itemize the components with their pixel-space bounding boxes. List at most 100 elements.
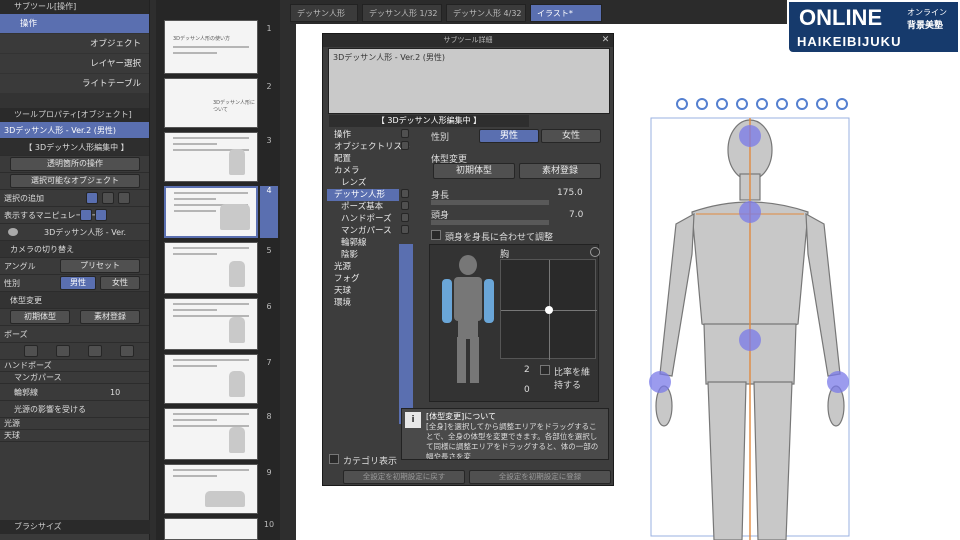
tab-illustration[interactable]: イラスト* — [530, 4, 602, 22]
subtool-panel-header: サブツール[操作] — [0, 0, 149, 14]
page-number: 3 — [266, 136, 272, 145]
page-thumb-3[interactable] — [164, 132, 258, 182]
keep-ratio-checkbox[interactable] — [540, 365, 550, 375]
3d-mannequin[interactable] — [646, 114, 866, 540]
preset-dropdown[interactable]: プリセット — [60, 259, 140, 273]
category-camera[interactable]: カメラ — [327, 165, 399, 177]
pose-button-3[interactable] — [88, 345, 102, 357]
subtool-light-table[interactable]: ライトテーブル — [0, 74, 149, 94]
left-panel: サブツール[操作] 操作 オブジェクト レイヤー選択 ライトテーブル ツールプロ… — [0, 0, 150, 540]
category-drawing-doll[interactable]: デッサン人形 — [327, 189, 399, 201]
select-add-mode-2[interactable] — [102, 192, 114, 204]
preview-area: 3Dデッサン人形 - Ver.2 (男性) — [328, 48, 610, 114]
show-category-checkbox[interactable] — [329, 454, 339, 464]
transparent-select-dropdown[interactable]: 透明箇所の操作 — [10, 157, 140, 171]
gender-female-button[interactable]: 女性 — [100, 276, 140, 290]
tab-drawing-doll-4[interactable]: デッサン人形 4/32 — [446, 4, 526, 22]
initial-body-button[interactable]: 初期体型 — [433, 163, 515, 179]
gender-male-button[interactable]: 男性 — [60, 276, 96, 290]
category-shading[interactable]: 陰影 — [327, 249, 399, 261]
page-thumb-2[interactable]: 3Dデッサン人形について — [164, 78, 258, 128]
page-thumb-9[interactable] — [164, 464, 258, 514]
close-icon[interactable]: ✕ — [599, 34, 612, 47]
category-object-list[interactable]: オブジェクトリスト — [327, 141, 411, 153]
scale-icon[interactable] — [816, 98, 828, 110]
height-value[interactable]: 175.0 — [557, 188, 583, 198]
rotate-y-icon[interactable] — [796, 98, 808, 110]
category-manga-perspective[interactable]: マンガパース — [327, 225, 399, 237]
show-toggle[interactable] — [401, 213, 409, 222]
show-toggle[interactable] — [401, 129, 409, 138]
category-list: 操作 オブジェクトリスト 配置 カメラ レンズ デッサン人形 ポーズ基本 ハンド… — [327, 129, 411, 455]
left-hand-joint — [827, 371, 849, 393]
subtool-category[interactable]: 操作 — [0, 14, 149, 34]
adjust-handle[interactable] — [545, 306, 553, 314]
initial-body-button[interactable]: 初期体型 — [10, 310, 70, 324]
reset-all-button[interactable]: 全設定を初期設定に戻す — [343, 470, 465, 484]
category-outline[interactable]: 輪郭線 — [327, 237, 399, 249]
pose-button-4[interactable] — [120, 345, 134, 357]
height-slider[interactable] — [431, 200, 549, 205]
wrench-icon[interactable] — [836, 98, 848, 110]
head-ratio-slider[interactable] — [431, 220, 549, 225]
register-material-button[interactable]: 素材登録 — [519, 163, 601, 179]
camera-rotate-icon[interactable] — [676, 98, 688, 110]
page-thumb-6[interactable] — [164, 298, 258, 350]
category-toggle-column — [399, 129, 421, 429]
select-object-dropdown[interactable]: 選択可能なオブジェクト — [10, 174, 140, 188]
tab-drawing-doll[interactable]: デッサン人形 — [290, 4, 358, 22]
manipulator-rotate-icon[interactable] — [95, 209, 107, 221]
page-thumb-8[interactable] — [164, 408, 258, 460]
category-light-source[interactable]: 光源 — [327, 261, 399, 273]
subtool-detail-dialog: サブツール詳細 ✕ 3Dデッサン人形 - Ver.2 (男性) 【 3Dデッサン… — [322, 33, 614, 486]
category-basic-pose[interactable]: ポーズ基本 — [327, 201, 399, 213]
manga-perspective-label: マンガパース — [14, 373, 62, 382]
select-add-mode-3[interactable] — [118, 192, 130, 204]
eye-icon[interactable] — [8, 228, 18, 236]
move-z-icon[interactable] — [756, 98, 768, 110]
register-default-button[interactable]: 全設定を初期設定に登録 — [469, 470, 611, 484]
show-toggle[interactable] — [401, 201, 409, 210]
pose-button-2[interactable] — [56, 345, 70, 357]
page-thumb-7[interactable] — [164, 354, 258, 404]
adjust-xy-pad[interactable] — [500, 259, 597, 360]
camera-zoom-icon[interactable] — [716, 98, 728, 110]
show-toggle[interactable] — [401, 225, 409, 234]
pose-button-1[interactable] — [24, 345, 38, 357]
body-part-silhouette[interactable] — [438, 255, 498, 385]
head-ratio-value[interactable]: 7.0 — [569, 210, 583, 220]
manipulator-move-icon[interactable] — [80, 209, 92, 221]
adjust-checkbox[interactable] — [431, 230, 441, 240]
category-environment[interactable]: 環境 — [327, 297, 399, 309]
spin-bottom-value[interactable]: 0 — [524, 385, 530, 395]
rotate-icon[interactable] — [776, 98, 788, 110]
camera-pan-icon[interactable] — [696, 98, 708, 110]
layer-row-label: 3Dデッサン人形 - Ver. — [44, 228, 127, 237]
page-thumb-4[interactable] — [164, 186, 258, 238]
category-operation[interactable]: 操作 — [327, 129, 399, 141]
page-number: 6 — [266, 302, 272, 311]
subtool-layer-select[interactable]: レイヤー選択 — [0, 54, 149, 74]
online-haikeibijuku-logo: ONLINE オンライン 背景美塾 HAIKEIBIJUKU — [787, 0, 960, 54]
page-thumb-10[interactable] — [164, 518, 258, 540]
page-number: 5 — [266, 246, 272, 255]
category-lens[interactable]: レンズ — [327, 177, 399, 189]
spin-top-value[interactable]: 2 — [524, 365, 530, 375]
move-xy-icon[interactable] — [736, 98, 748, 110]
category-fog[interactable]: フォグ — [327, 273, 399, 285]
gender-female-button[interactable]: 女性 — [541, 129, 601, 143]
show-toggle[interactable] — [401, 141, 409, 150]
gender-male-button[interactable]: 男性 — [479, 129, 539, 143]
register-material-button[interactable]: 素材登録 — [80, 310, 140, 324]
reset-icon[interactable] — [590, 247, 600, 257]
category-placement[interactable]: 配置 — [327, 153, 399, 165]
category-sky[interactable]: 天球 — [327, 285, 399, 297]
show-toggle[interactable] — [401, 189, 409, 198]
subtool-object[interactable]: オブジェクト — [0, 34, 149, 54]
tab-drawing-doll-1[interactable]: デッサン人形 1/32 — [362, 4, 442, 22]
page-thumb-5[interactable] — [164, 242, 258, 294]
page-thumb-1[interactable]: 3Dデッサン人形の使い方 — [164, 20, 258, 74]
select-add-mode-1[interactable] — [86, 192, 98, 204]
category-hand-pose[interactable]: ハンドポーズ — [327, 213, 399, 225]
light-source-effect-label: 光源の影響を受ける — [14, 405, 86, 414]
